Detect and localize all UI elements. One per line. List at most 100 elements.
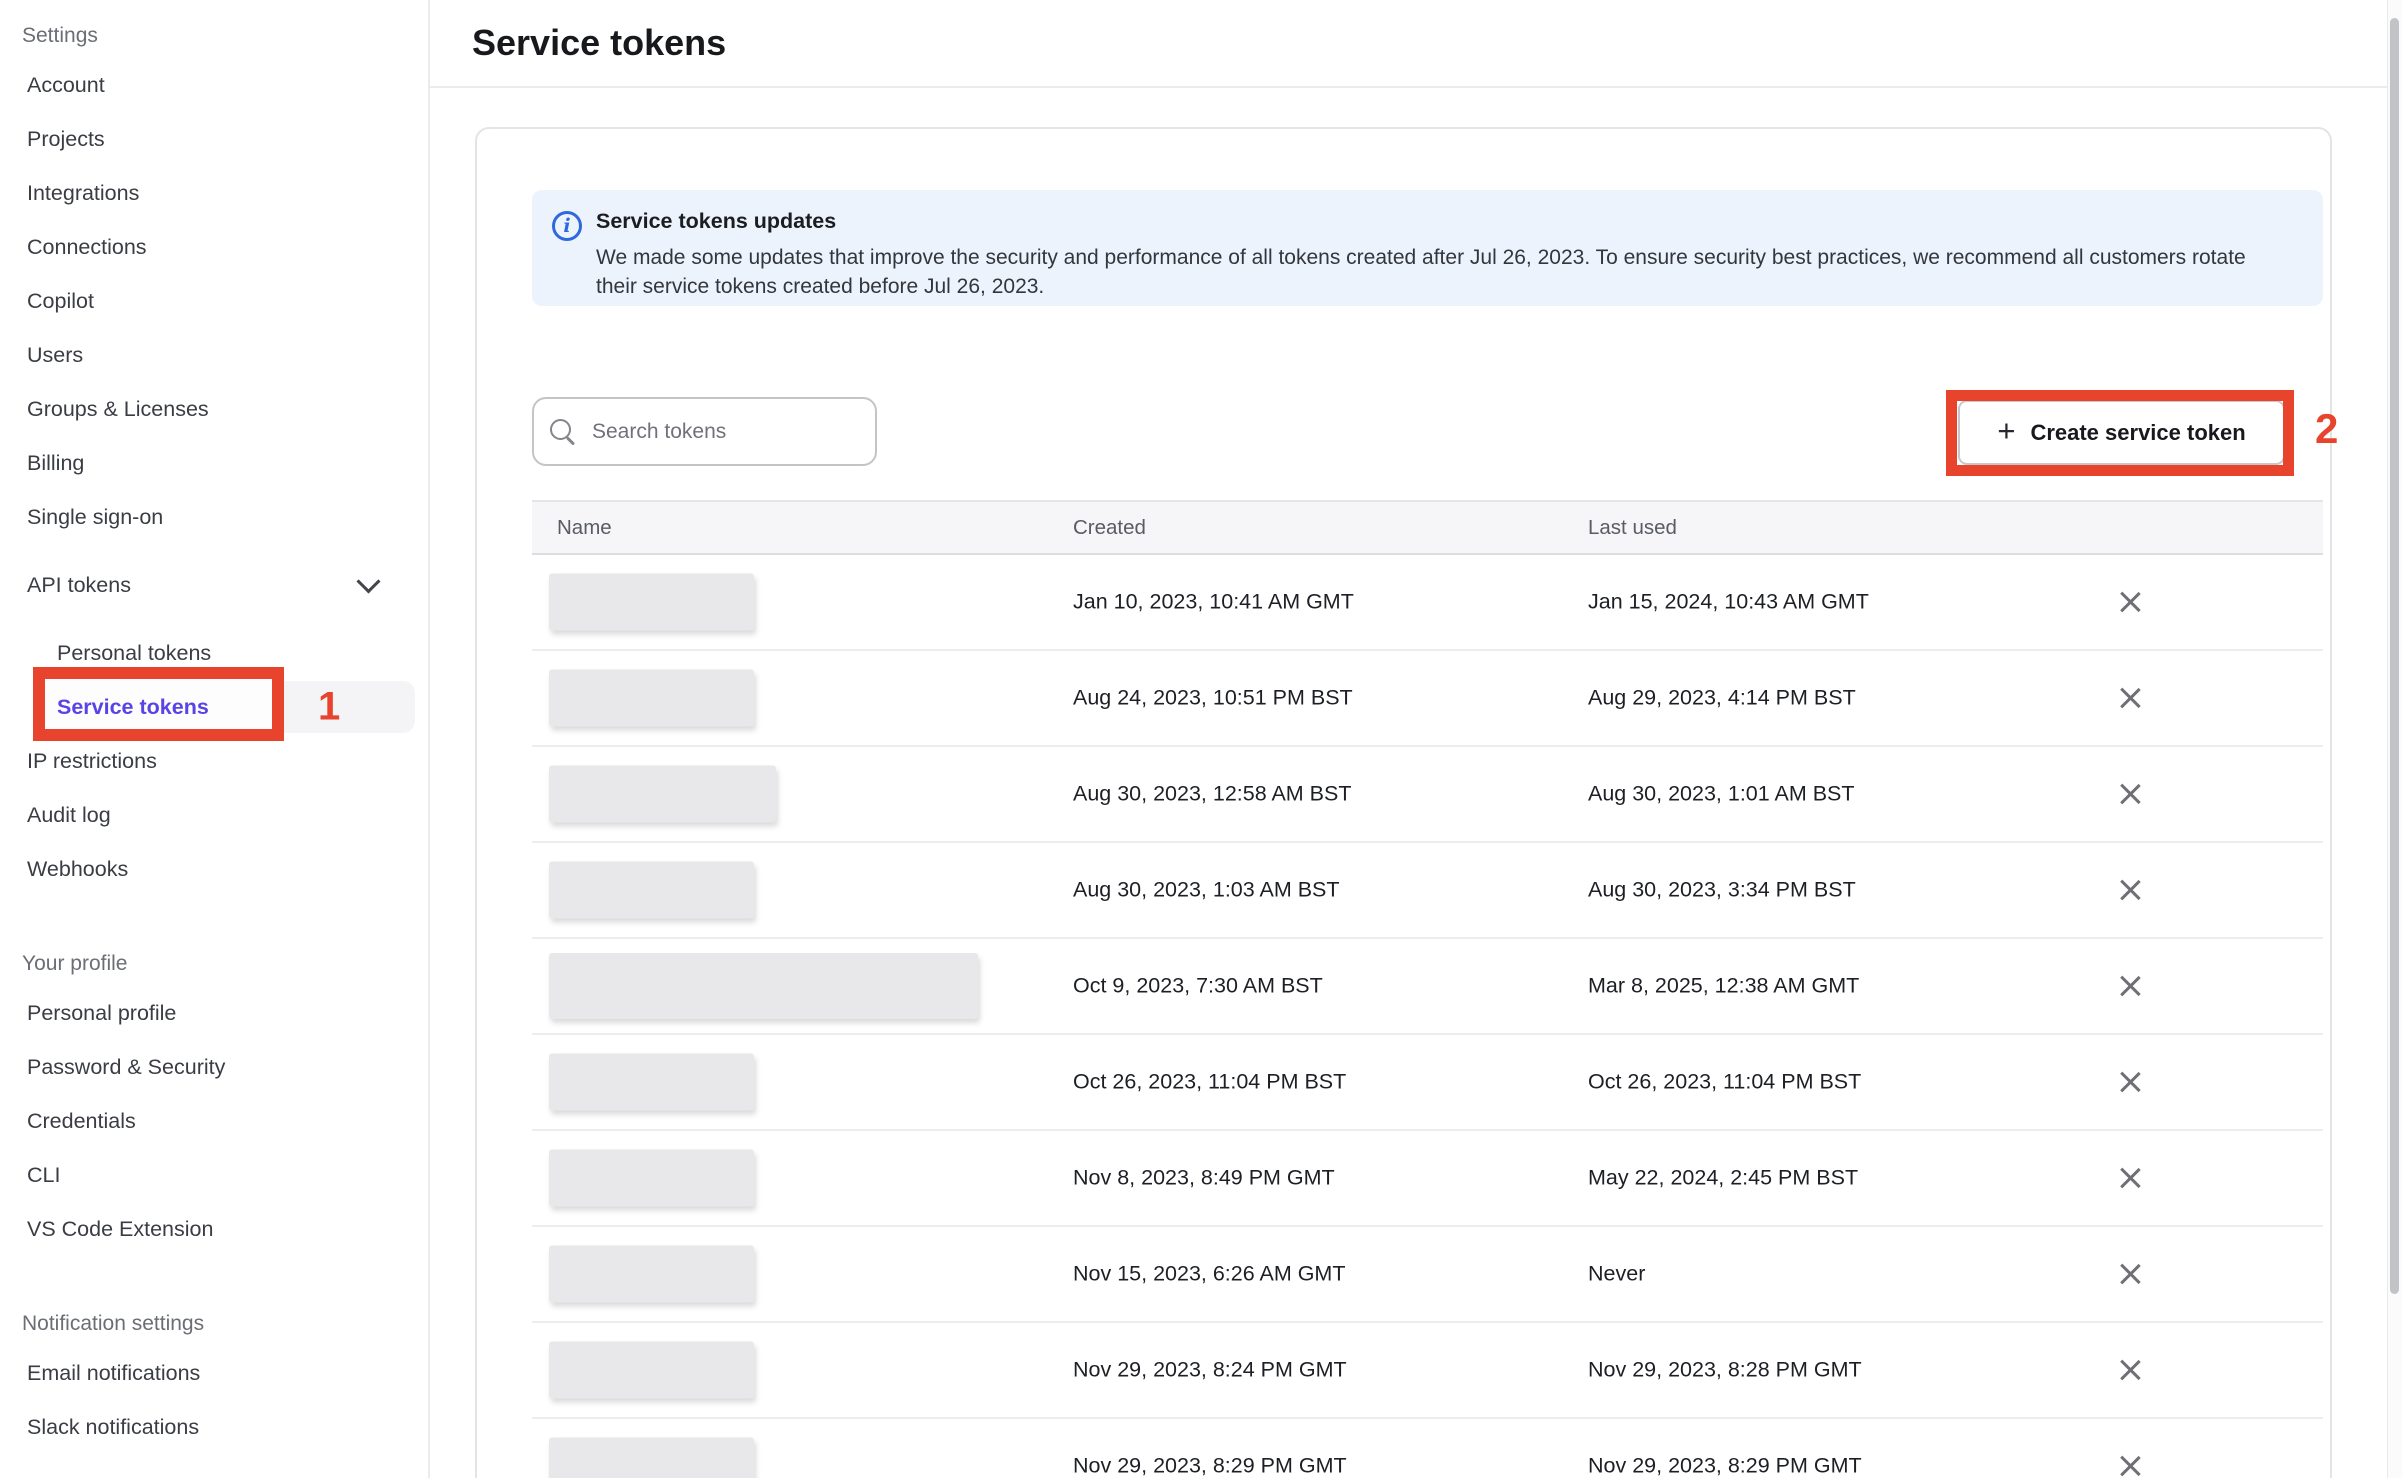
sidebar-section-notification-settings: Notification settings	[0, 1302, 428, 1346]
service-tokens-card: i Service tokens updates We made some up…	[475, 127, 2332, 1478]
sidebar-item-label: Email notifications	[27, 1361, 200, 1386]
delete-token-button[interactable]	[2115, 1067, 2145, 1097]
created-cell: Jan 10, 2023, 10:41 AM GMT	[1073, 590, 1354, 615]
sidebar-item-single-sign-on[interactable]: Single sign-on	[0, 490, 428, 544]
sidebar-item-slack-notifications[interactable]: Slack notifications	[0, 1400, 428, 1454]
plus-icon: +	[1997, 415, 2015, 446]
sidebar-item-label: Credentials	[27, 1109, 136, 1134]
sidebar-item-account[interactable]: Account	[0, 58, 428, 112]
sidebar-item-label: Integrations	[27, 181, 139, 206]
info-icon: i	[552, 211, 582, 241]
last-used-cell: Never	[1588, 1262, 1645, 1287]
page-header: Service tokens	[430, 0, 2402, 88]
sidebar-item-vs-code-extension[interactable]: VS Code Extension	[0, 1202, 428, 1256]
sidebar-item-projects[interactable]: Projects	[0, 112, 428, 166]
sidebar-item-label: Single sign-on	[27, 505, 163, 530]
table-row: Nov 15, 2023, 6:26 AM GMTNever	[532, 1227, 2323, 1323]
delete-token-button[interactable]	[2115, 1163, 2145, 1193]
sidebar-section-your-profile: Your profile	[0, 942, 428, 986]
table-row: Aug 24, 2023, 10:51 PM BSTAug 29, 2023, …	[532, 651, 2323, 747]
x-icon	[2115, 1355, 2145, 1385]
search-input[interactable]	[532, 397, 877, 466]
settings-screen: SettingsAccountProjectsIntegrationsConne…	[0, 0, 2402, 1478]
sidebar-item-users[interactable]: Users	[0, 328, 428, 382]
sidebar-item-integrations[interactable]: Integrations	[0, 166, 428, 220]
sidebar-item-password-security[interactable]: Password & Security	[0, 1040, 428, 1094]
sidebar-item-email-notifications[interactable]: Email notifications	[0, 1346, 428, 1400]
sidebar-item-connections[interactable]: Connections	[0, 220, 428, 274]
last-used-cell: Oct 26, 2023, 11:04 PM BST	[1588, 1070, 1861, 1095]
x-icon	[2115, 779, 2145, 809]
created-cell: Aug 30, 2023, 12:58 AM BST	[1073, 782, 1352, 807]
x-icon	[2115, 683, 2145, 713]
sidebar-item-label: Billing	[27, 451, 84, 476]
delete-token-button[interactable]	[2115, 1355, 2145, 1385]
sidebar-item-label: Personal profile	[27, 1001, 176, 1026]
created-cell: Oct 26, 2023, 11:04 PM BST	[1073, 1070, 1346, 1095]
main-content: Service tokens i Service tokens updates …	[430, 0, 2402, 1478]
created-cell: Nov 8, 2023, 8:49 PM GMT	[1073, 1166, 1335, 1191]
sidebar-item-ip-restrictions[interactable]: IP restrictions	[0, 734, 428, 788]
delete-token-button[interactable]	[2115, 587, 2145, 617]
create-service-token-label: Create service token	[2030, 420, 2245, 446]
last-used-cell: Nov 29, 2023, 8:28 PM GMT	[1588, 1358, 1862, 1383]
redacted-name-placeholder	[549, 1054, 754, 1111]
table-row: Oct 26, 2023, 11:04 PM BST Oct 26, 2023, …	[532, 1035, 2323, 1131]
sidebar-item-label: Users	[27, 343, 83, 368]
scrollbar-thumb[interactable]	[2390, 18, 2399, 1294]
sidebar-item-personal-profile[interactable]: Personal profile	[0, 986, 428, 1040]
delete-token-button[interactable]	[2115, 1451, 2145, 1478]
sidebar-item-label: Groups & Licenses	[27, 397, 209, 422]
sidebar-item-webhooks[interactable]: Webhooks	[0, 842, 428, 896]
x-icon	[2115, 1259, 2145, 1289]
x-icon	[2115, 1067, 2145, 1097]
created-cell: Aug 24, 2023, 10:51 PM BST	[1073, 686, 1353, 711]
token-table-body: Jan 10, 2023, 10:41 AM GMT Jan 15, 2024, …	[532, 555, 2323, 1478]
sidebar-item-cli[interactable]: CLI	[0, 1148, 428, 1202]
delete-token-button[interactable]	[2115, 779, 2145, 809]
sidebar-item-api-tokens[interactable]: API tokens	[0, 558, 428, 612]
sidebar-item-label: CLI	[27, 1163, 60, 1188]
column-header-name: Name	[557, 516, 612, 540]
sidebar-item-label: Webhooks	[27, 857, 128, 882]
redacted-name-placeholder	[549, 953, 978, 1019]
last-used-cell: Mar 8, 2025, 12:38 AM GMT	[1588, 974, 1859, 999]
table-header: Name Created Last used	[532, 500, 2323, 555]
sidebar-item-label: VS Code Extension	[27, 1217, 213, 1242]
redacted-name-placeholder	[549, 1342, 754, 1399]
sidebar-item-label: Account	[27, 73, 105, 98]
search-box	[532, 397, 877, 466]
create-service-token-button[interactable]: + Create service token	[1958, 400, 2285, 465]
sidebar-item-label: API tokens	[27, 573, 131, 598]
sidebar-item-credentials[interactable]: Credentials	[0, 1094, 428, 1148]
sidebar-item-audit-log[interactable]: Audit log	[0, 788, 428, 842]
banner-body: We made some updates that improve the se…	[596, 243, 2246, 301]
last-used-cell: Jan 15, 2024, 10:43 AM GMT	[1588, 590, 1869, 615]
x-icon	[2115, 1163, 2145, 1193]
sidebar-item-label: Personal tokens	[57, 641, 211, 666]
table-row: Jan 10, 2023, 10:41 AM GMT Jan 15, 2024, …	[532, 555, 2323, 651]
sidebar-item-label: IP restrictions	[27, 749, 157, 774]
table-row: Oct 9, 2023, 7:30 AM BST Mar 8, 2025, 12:…	[532, 939, 2323, 1035]
sidebar-item-label: Password & Security	[27, 1055, 225, 1080]
redacted-name-placeholder	[549, 670, 754, 727]
sidebar-item-service-tokens[interactable]: Service tokens1	[0, 680, 428, 734]
redacted-name-placeholder	[549, 862, 754, 919]
delete-token-button[interactable]	[2115, 683, 2145, 713]
sidebar-item-copilot[interactable]: Copilot	[0, 274, 428, 328]
created-cell: Nov 29, 2023, 8:24 PM GMT	[1073, 1358, 1347, 1383]
sidebar: SettingsAccountProjectsIntegrationsConne…	[0, 0, 430, 1478]
created-cell: Oct 9, 2023, 7:30 AM BST	[1073, 974, 1323, 999]
delete-token-button[interactable]	[2115, 971, 2145, 1001]
redacted-name-placeholder	[549, 574, 754, 631]
delete-token-button[interactable]	[2115, 1259, 2145, 1289]
sidebar-item-label: Connections	[27, 235, 147, 260]
redacted-name-placeholder	[549, 1150, 754, 1207]
sidebar-item-groups-licenses[interactable]: Groups & Licenses	[0, 382, 428, 436]
table-row: Aug 30, 2023, 1:03 AM BSTAug 30, 2023, 3…	[532, 843, 2323, 939]
table-row: Aug 30, 2023, 12:58 AM BSTAug 30, 2023, …	[532, 747, 2323, 843]
sidebar-item-billing[interactable]: Billing	[0, 436, 428, 490]
banner-title: Service tokens updates	[596, 209, 2293, 234]
delete-token-button[interactable]	[2115, 875, 2145, 905]
x-icon	[2115, 971, 2145, 1001]
